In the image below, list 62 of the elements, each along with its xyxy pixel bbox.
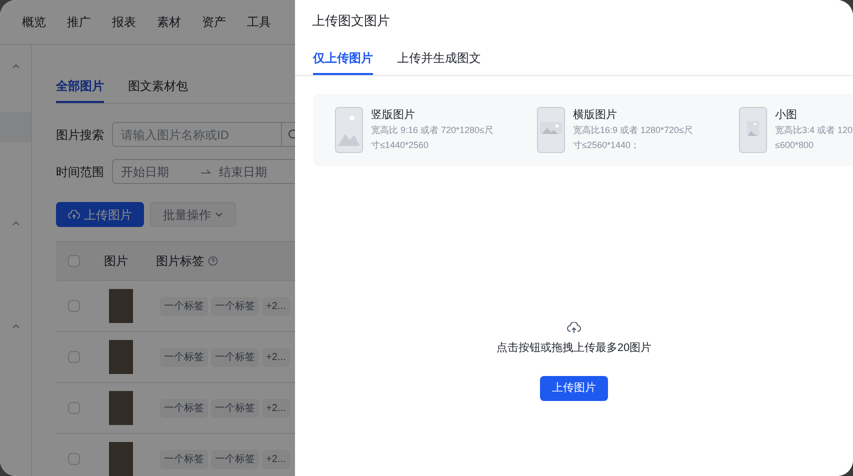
tag: 一个标签 [211, 296, 259, 316]
drawer-tab[interactable]: 仅上传图片 [313, 48, 373, 74]
end-date-placeholder: 结束日期 [219, 164, 268, 180]
tag: 一个标签 [211, 348, 259, 366]
tag: 一个标签 [160, 296, 208, 316]
checkbox[interactable] [68, 351, 80, 363]
spec-title: 小图 [775, 108, 798, 122]
cloud-upload-icon [68, 210, 80, 220]
column-header: 图片 [103, 253, 129, 270]
chevron-icon[interactable] [12, 323, 20, 329]
spec-title: 竖版图片 [371, 108, 416, 122]
spec-text: 宽高比16:9 或者 1280*720≤尺 [573, 124, 693, 136]
image-icon [739, 106, 767, 152]
checkbox[interactable] [68, 255, 80, 267]
drawer-title: 上传图文图片 [312, 12, 391, 30]
tag: 一个标签 [160, 348, 208, 366]
page-tab[interactable]: 图文素材包 [128, 77, 188, 103]
nav-item[interactable]: 概览 [22, 13, 46, 31]
nav-item[interactable]: 资产 [202, 13, 226, 31]
field-label: 图片搜索 [56, 126, 104, 144]
upload-button[interactable]: 上传图片 [56, 202, 144, 227]
tag: 一个标签 [160, 450, 208, 468]
checkbox[interactable] [68, 453, 80, 465]
spec-text: 宽高比 9:16 或者 720*1280≤尺 [371, 124, 494, 136]
spec-text: 寸≤2560*1440； [573, 138, 640, 152]
date-range-field[interactable]: 开始日期 结束日期 [112, 159, 295, 184]
search-field[interactable]: 请输入图片名称或ID [112, 122, 282, 147]
checkbox[interactable] [68, 300, 80, 312]
upload-hint: 点击按钮或拖拽上传最多20图片 [496, 340, 652, 356]
photo-placeholder [109, 340, 133, 374]
tag: +2... [262, 348, 290, 366]
chevron-icon[interactable] [12, 63, 20, 69]
checkbox[interactable] [68, 402, 80, 414]
tag: 一个标签 [211, 450, 259, 468]
photo-placeholder [109, 289, 133, 323]
nav-item[interactable]: 工具 [247, 13, 271, 31]
column-header: 图片标签 [155, 253, 204, 270]
nav-item[interactable]: 报表 [112, 13, 136, 31]
nav-item[interactable]: 素材 [157, 13, 181, 31]
spec-text: ≤600*800 [775, 138, 814, 152]
image-icon [335, 106, 363, 152]
chevron-icon[interactable] [12, 220, 20, 226]
photo-placeholder [109, 442, 133, 476]
caret-icon [215, 212, 223, 217]
tag: +2... [262, 398, 290, 418]
spec-title: 横版图片 [573, 108, 618, 122]
upload-button[interactable]: 上传图片 [540, 376, 608, 401]
spec-text: 寸≤1440*2560 [371, 138, 430, 152]
tag: +2... [262, 450, 290, 468]
tag: 一个标签 [211, 398, 259, 418]
photo-placeholder [109, 391, 133, 425]
start-date-placeholder: 开始日期 [121, 164, 170, 180]
image-icon [537, 106, 565, 152]
spec-text: 宽高比3:4 或者 120 [775, 124, 853, 136]
field-label: 时间范围 [56, 164, 104, 180]
tag: 一个标签 [160, 398, 208, 418]
help-icon[interactable] [208, 256, 218, 266]
drawer-tab[interactable]: 上传并生成图文 [397, 48, 481, 74]
nav-item[interactable]: 推广 [67, 13, 91, 31]
tag: +2... [262, 296, 290, 316]
page-tab[interactable]: 全部图片 [56, 77, 104, 103]
cloud-upload-icon [567, 322, 581, 334]
